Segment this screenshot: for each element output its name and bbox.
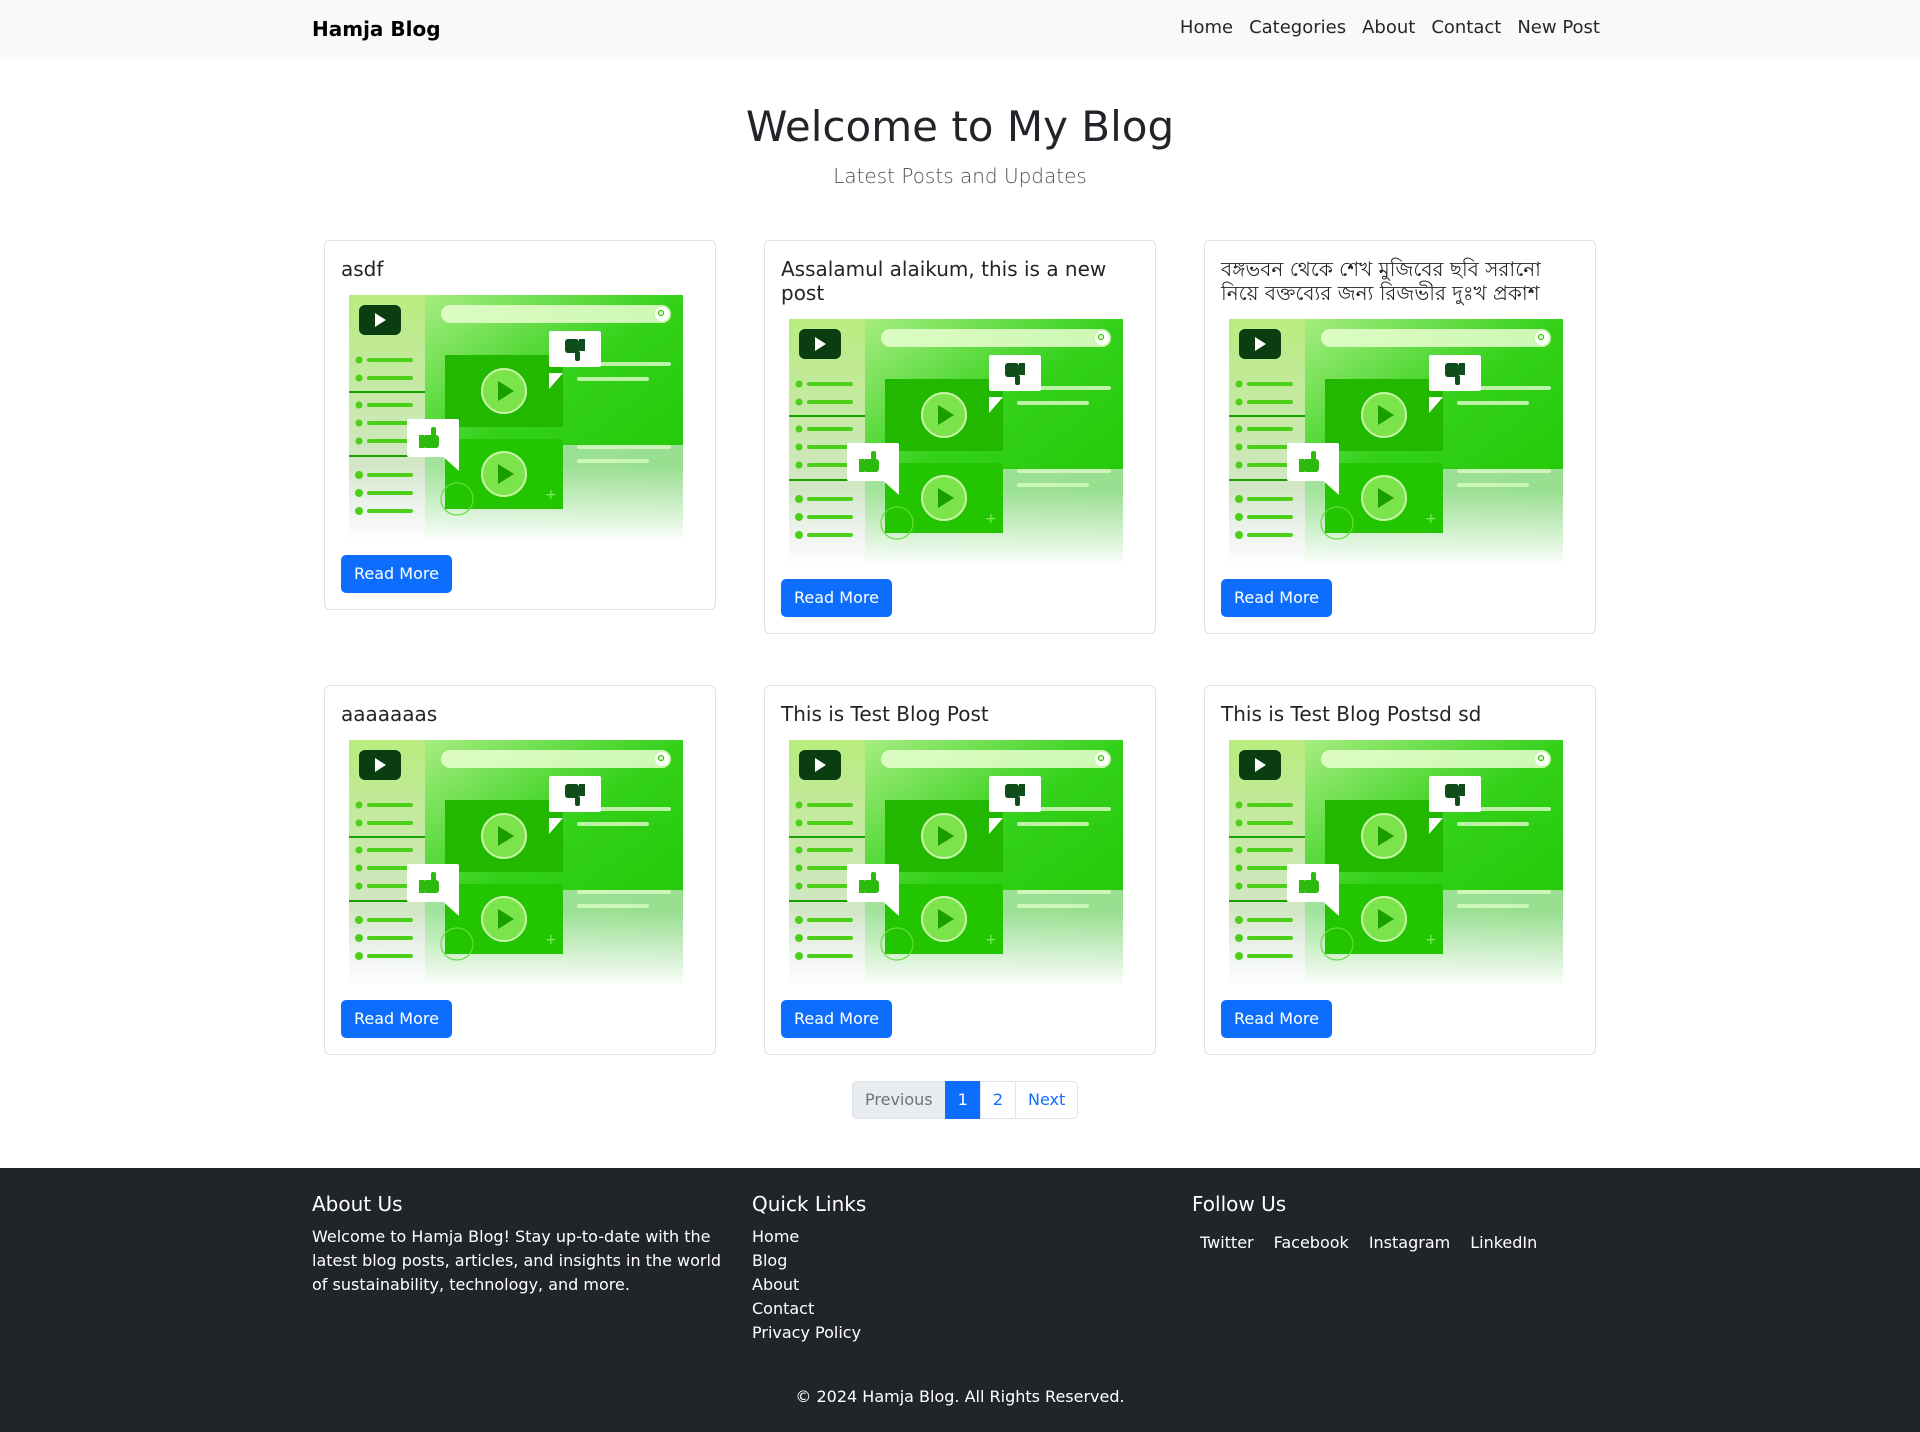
footer-link-blog[interactable]: Blog (752, 1249, 861, 1273)
footer-link-about[interactable]: About (752, 1273, 861, 1297)
footer-quick-links: Home Blog About Contact Privacy Policy (752, 1225, 861, 1345)
post-title: This is Test Blog Postsd sd (1221, 702, 1482, 726)
footer-link-privacy-policy[interactable]: Privacy Policy (752, 1321, 861, 1345)
footer-about-heading: About Us (312, 1192, 403, 1216)
post-card: Assalamul alaikum, this is a new post Re… (764, 240, 1156, 634)
post-card: This is Test Blog Postsd sd Read More (1204, 685, 1596, 1055)
post-thumbnail (1229, 740, 1563, 984)
footer-link-contact[interactable]: Contact (752, 1297, 861, 1321)
social-link-facebook[interactable]: Facebook (1274, 1233, 1349, 1252)
nav-links: Home Categories About Contact New Post (1180, 17, 1600, 38)
post-title: বঙ্গভবন থেকে শেখ মুজিবের ছবি সরানো নিয়ে… (1221, 257, 1541, 305)
read-more-button[interactable]: Read More (1221, 1000, 1332, 1038)
footer: About Us Welcome to Hamja Blog! Stay up-… (0, 1168, 1920, 1432)
nav-link-categories[interactable]: Categories (1249, 17, 1346, 38)
post-thumbnail (789, 740, 1123, 984)
read-more-button[interactable]: Read More (1221, 579, 1332, 617)
footer-follow-heading: Follow Us (1192, 1192, 1287, 1216)
post-title: Assalamul alaikum, this is a new post (781, 257, 1107, 305)
post-title: aaaaaaas (341, 702, 438, 726)
footer-social-links: Twitter Facebook Instagram LinkedIn (1200, 1233, 1537, 1252)
pagination: Previous 1 2 Next (852, 1081, 1079, 1119)
social-link-twitter[interactable]: Twitter (1200, 1233, 1254, 1252)
post-title: This is Test Blog Post (781, 702, 989, 726)
footer-about-text: Welcome to Hamja Blog! Stay up-to-date w… (312, 1227, 722, 1294)
read-more-button[interactable]: Read More (341, 555, 452, 593)
navbar: Hamja Blog Home Categories About Contact… (0, 0, 1920, 57)
footer-quick-links-heading: Quick Links (752, 1192, 867, 1216)
social-link-instagram[interactable]: Instagram (1369, 1233, 1450, 1252)
page-title: Welcome to My Blog (745, 102, 1175, 151)
nav-link-about[interactable]: About (1362, 17, 1415, 38)
post-title: asdf (341, 257, 384, 281)
post-card: বঙ্গভবন থেকে শেখ মুজিবের ছবি সরানো নিয়ে… (1204, 240, 1596, 634)
read-more-button[interactable]: Read More (341, 1000, 452, 1038)
social-link-linkedin[interactable]: LinkedIn (1470, 1233, 1537, 1252)
post-thumbnail (349, 740, 683, 984)
nav-link-contact[interactable]: Contact (1431, 17, 1501, 38)
read-more-button[interactable]: Read More (781, 579, 892, 617)
brand-logo[interactable]: Hamja Blog (312, 17, 441, 41)
post-card: This is Test Blog Post Read More (764, 685, 1156, 1055)
post-card: aaaaaaas Read More (324, 685, 716, 1055)
pagination-next[interactable]: Next (1015, 1081, 1079, 1119)
post-thumbnail (1229, 319, 1563, 563)
footer-link-home[interactable]: Home (752, 1225, 861, 1249)
post-thumbnail (349, 295, 683, 539)
post-card: asdf Read More (324, 240, 716, 610)
post-thumbnail (789, 319, 1123, 563)
pagination-previous[interactable]: Previous (852, 1081, 946, 1119)
nav-link-new-post[interactable]: New Post (1517, 17, 1600, 38)
pagination-page-1[interactable]: 1 (944, 1081, 981, 1119)
read-more-button[interactable]: Read More (781, 1000, 892, 1038)
page-subtitle: Latest Posts and Updates (833, 164, 1087, 188)
pagination-page-2[interactable]: 2 (979, 1081, 1016, 1119)
nav-link-home[interactable]: Home (1180, 17, 1233, 38)
copyright-text: © 2024 Hamja Blog. All Rights Reserved. (795, 1387, 1125, 1406)
